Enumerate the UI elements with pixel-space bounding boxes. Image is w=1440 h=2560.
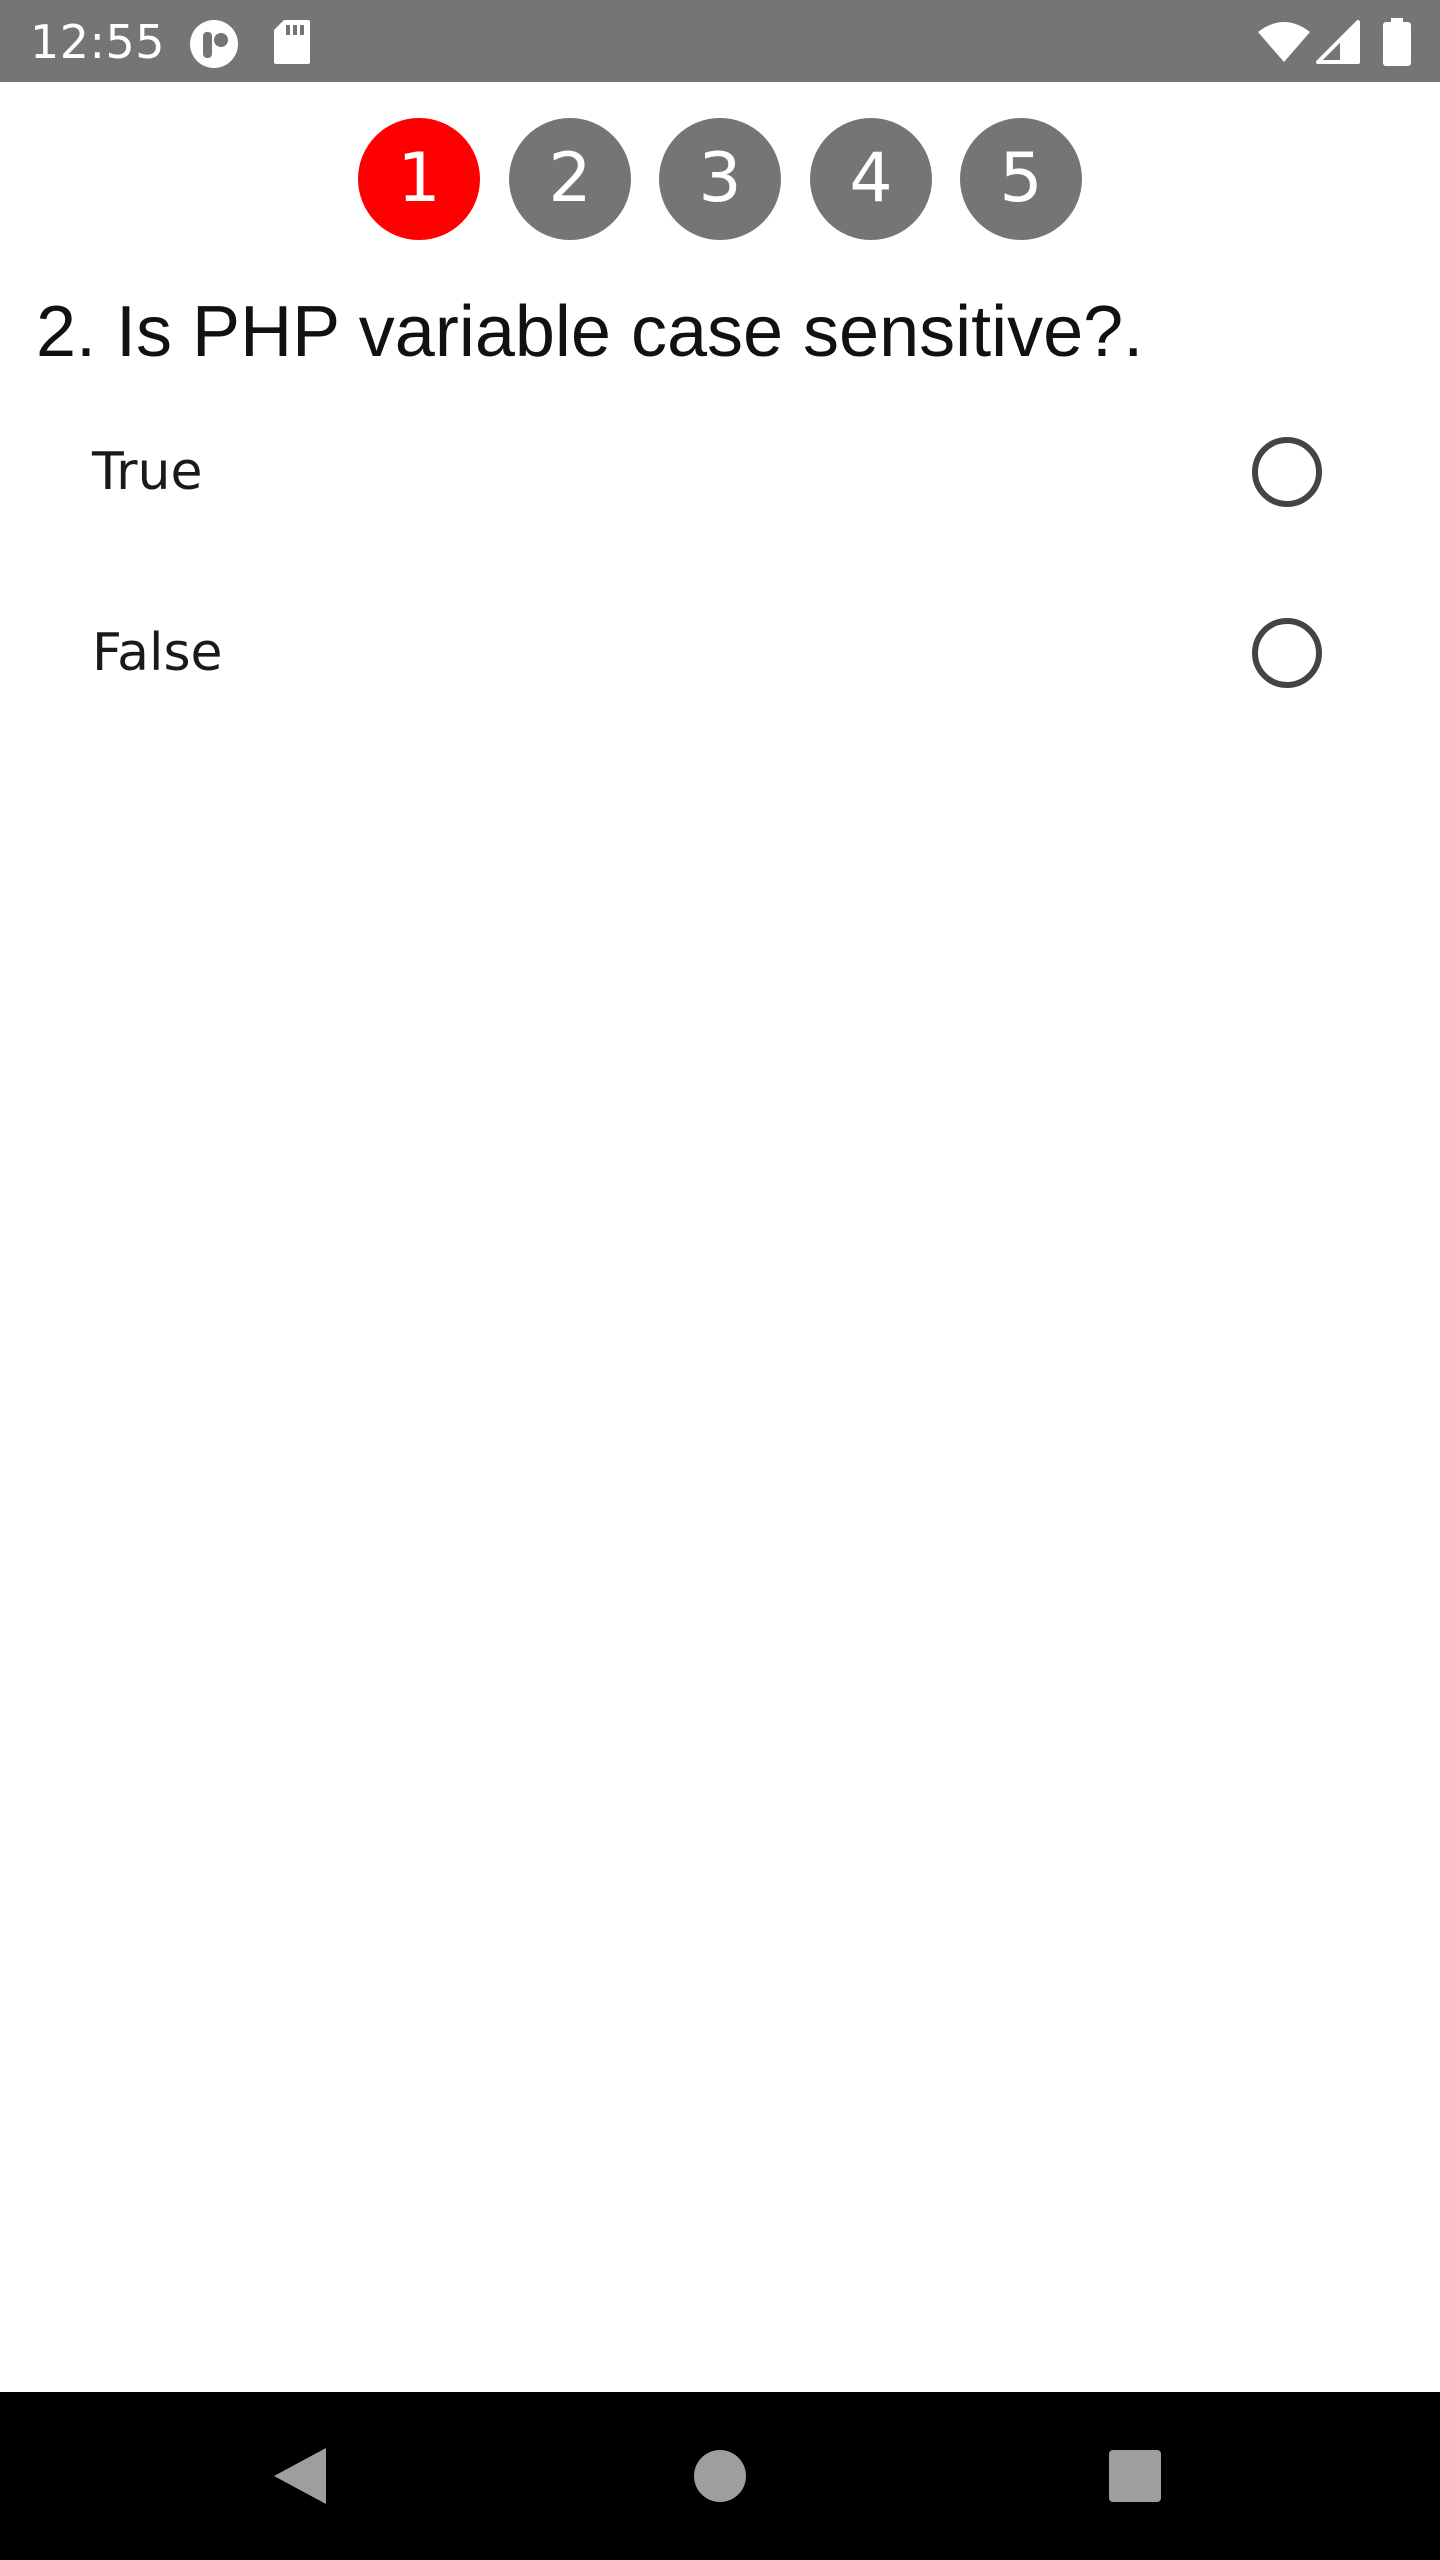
radio-button[interactable] <box>1252 437 1322 507</box>
wifi-icon <box>1256 20 1312 68</box>
option-false[interactable]: False <box>0 563 1440 743</box>
sd-card-icon <box>272 18 312 70</box>
radio-button[interactable] <box>1252 618 1322 688</box>
step-1-button[interactable]: 1 <box>358 118 480 240</box>
pocket-casts-icon <box>188 18 240 74</box>
step-3-button[interactable]: 3 <box>659 118 781 240</box>
option-label: True <box>92 442 203 502</box>
step-2-button[interactable]: 2 <box>509 118 631 240</box>
quiz-screen: 12:55 1 2 3 4 5 2. Is PHP variable case … <box>0 0 1440 2560</box>
home-icon[interactable] <box>670 2426 770 2526</box>
battery-icon <box>1382 18 1412 70</box>
question-text: 2. Is PHP variable case sensitive?. <box>36 292 1144 372</box>
status-bar: 12:55 <box>0 0 1440 82</box>
navigation-bar <box>0 2392 1440 2560</box>
step-5-button[interactable]: 5 <box>960 118 1082 240</box>
back-icon[interactable] <box>250 2426 350 2526</box>
status-time: 12:55 <box>30 15 166 69</box>
option-label: False <box>92 623 223 683</box>
cell-signal-icon <box>1314 20 1360 68</box>
recents-icon[interactable] <box>1085 2426 1185 2526</box>
option-true[interactable]: True <box>0 382 1440 562</box>
step-4-button[interactable]: 4 <box>810 118 932 240</box>
question-stepper: 1 2 3 4 5 <box>0 118 1440 242</box>
